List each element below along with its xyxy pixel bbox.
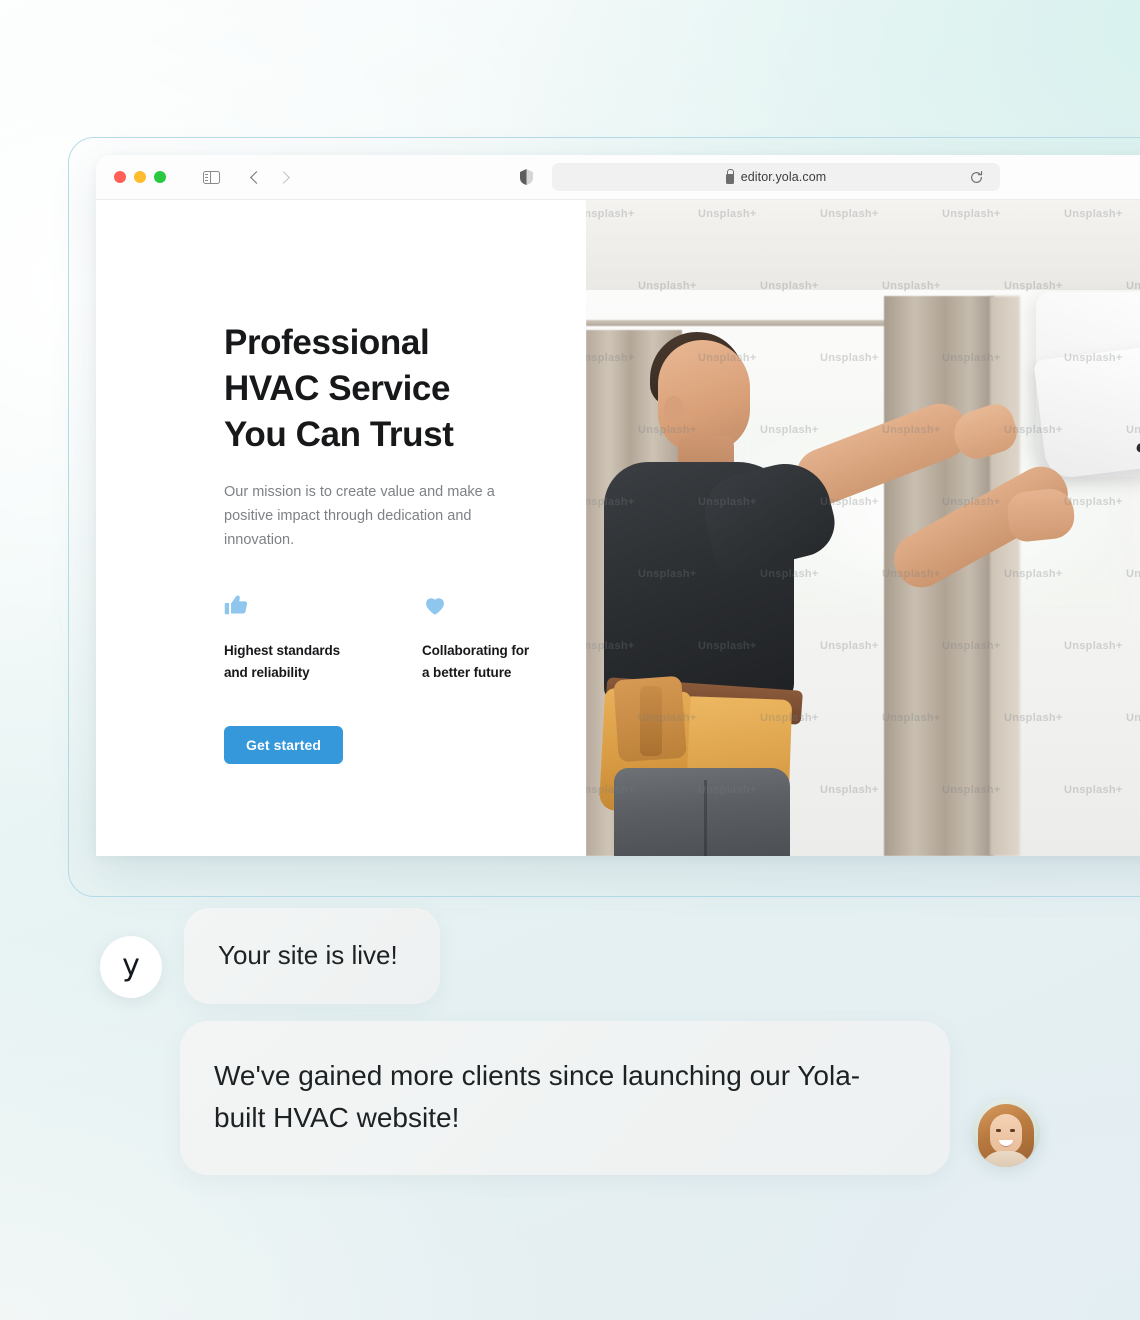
feature-label-line-1: Highest standards [224,643,341,658]
chat-message-yola: y Your site is live! [100,908,440,1004]
privacy-report-button[interactable] [520,155,533,199]
forward-button[interactable] [270,163,300,191]
customer-photo-avatar [972,1099,1040,1167]
avatar-eye-right [1010,1129,1015,1132]
toolbar-navigation-group [196,163,300,191]
feature-item-collaborating: Collaborating for a better future [422,592,562,684]
maximize-window-button[interactable] [154,171,166,183]
avatar-face [990,1114,1022,1154]
feature-label-line-2: a better future [422,665,512,680]
minimize-window-button[interactable] [134,171,146,183]
shield-icon [520,169,533,185]
chat-bubble-customer: We've gained more clients since launchin… [180,1021,950,1175]
address-bar[interactable]: editor.yola.com [552,163,1000,191]
hero-image: Unsplash+Unsplash+Unsplash+Unsplash+Unsp… [586,200,1140,856]
feature-label-collaborating: Collaborating for a better future [422,640,562,684]
chevron-left-icon [250,170,263,184]
window-traffic-lights [114,171,166,183]
reload-button[interactable] [966,167,986,187]
feature-label-highest-standards: Highest standards and reliability [224,640,364,684]
hero-title-line-2: HVAC Service [224,369,451,408]
yola-logo-avatar: y [100,936,162,998]
hero-ac-panel [1033,340,1140,480]
browser-toolbar: editor.yola.com [96,155,1140,200]
chat-bubble-yola: Your site is live! [184,908,440,1004]
feature-label-line-1: Collaborating for [422,643,530,658]
hero-technician-ear [664,396,684,422]
thumbs-up-icon [224,592,364,618]
hero-curtain-right [990,296,1020,856]
url-group: editor.yola.com [725,168,827,184]
page-title: Professional HVAC Service You Can Trust [224,320,524,458]
reload-icon [970,170,982,183]
hero-title-line-1: Professional [224,323,430,362]
hero-subtitle: Our mission is to create value and make … [224,484,495,548]
hero-text-column: Professional HVAC Service You Can Trust … [96,200,586,856]
avatar-eye-left [996,1129,1001,1132]
close-window-button[interactable] [114,171,126,183]
sidebar-toggle-icon [202,170,220,184]
hero-technician-pants [614,768,790,856]
feature-item-highest-standards: Highest standards and reliability [224,592,364,684]
hero-title-line-3: You Can Trust [224,415,454,454]
sidebar-toggle-button[interactable] [196,163,226,191]
yola-logo-mark: y [122,948,140,983]
feature-list: Highest standards and reliability Collab… [224,592,586,684]
lock-icon [725,168,735,184]
hero-tool-belt-loop [640,686,662,756]
feature-label-line-2: and reliability [224,665,310,680]
website-preview: Professional HVAC Service You Can Trust … [96,200,1140,856]
chat-message-customer: We've gained more clients since launchin… [180,1021,1040,1175]
browser-window: editor.yola.com Professional HVAC Servic… [96,155,1140,856]
back-button[interactable] [240,163,270,191]
hero-technician-pants-seam [704,780,707,856]
chevron-right-icon [277,170,290,184]
hero-ceiling [586,200,1140,296]
url-text: editor.yola.com [740,170,827,184]
get-started-button[interactable]: Get started [224,726,344,764]
heart-icon [422,592,562,618]
